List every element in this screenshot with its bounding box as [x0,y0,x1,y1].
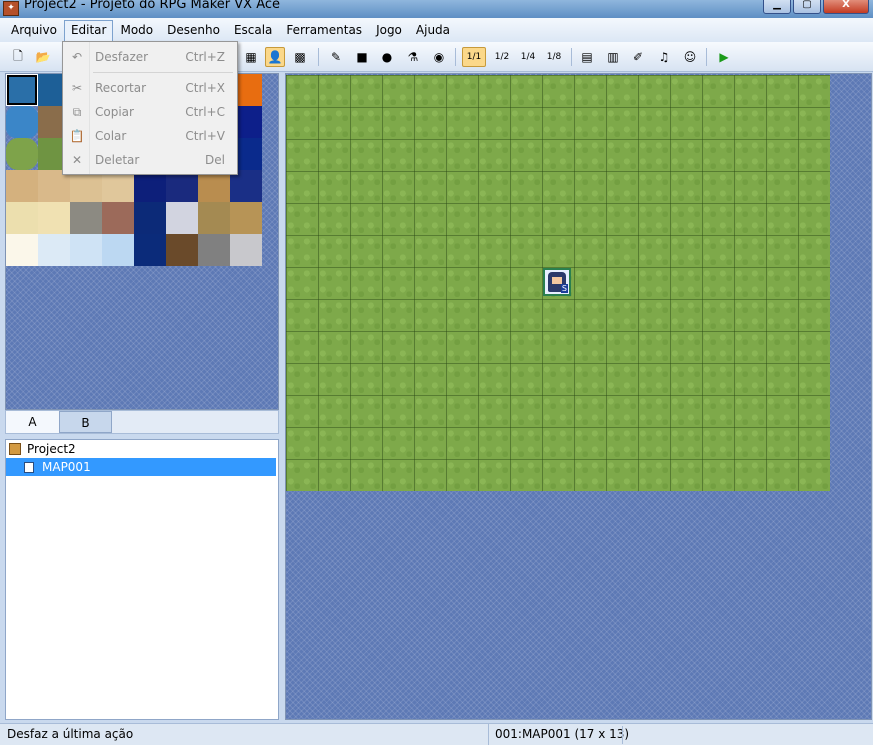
open-project-icon[interactable]: 📂 [33,47,53,67]
tile-red-gravel[interactable] [102,202,134,234]
tile-gravel[interactable] [70,202,102,234]
tile-ice[interactable] [102,234,134,266]
menu-ajuda[interactable]: Ajuda [409,20,457,40]
tileset-tabs: A B [5,410,279,434]
menu-item-copiar[interactable]: ⧉ Copiar Ctrl+C [65,101,235,123]
tile-pond[interactable] [6,106,38,138]
menu-item-colar[interactable]: 📋 Colar Ctrl+V [65,125,235,147]
toolbar-separator [706,48,707,66]
delete-icon: ✕ [71,153,83,167]
tile-ice[interactable] [38,234,70,266]
new-project-icon[interactable]: 🗋 [8,47,28,67]
map-layer-icon[interactable]: ▦ [241,47,261,67]
zoom-1-4-button[interactable]: 1/4 [516,47,540,67]
paste-icon: 📋 [69,129,85,143]
tab-a[interactable]: A [6,411,59,433]
menu-escala[interactable]: Escala [227,20,279,40]
map-tree: Project2 MAP001 [5,439,279,720]
toolbar-separator [318,48,319,66]
toolbar-separator [455,48,456,66]
resource-manager-icon[interactable]: ▥ [603,47,623,67]
shadow-pen-icon[interactable]: ◉ [429,47,449,67]
tile-tree[interactable] [134,202,166,234]
copy-icon: ⧉ [72,104,82,119]
tile-snow-tree[interactable] [134,234,166,266]
tile-ice[interactable] [70,234,102,266]
zoom-1-2-button[interactable]: 1/2 [490,47,514,67]
menu-editar[interactable]: Editar [63,19,114,41]
tile-light-sand[interactable] [38,202,70,234]
minimize-button[interactable]: ▁ [763,0,791,14]
tile-snow-dust[interactable] [166,202,198,234]
region-mode-icon[interactable]: ▩ [290,47,310,67]
tile-boulder[interactable] [198,234,230,266]
tile-water-selected[interactable] [6,74,38,106]
window-title: Project2 - Projeto do RPG Maker VX Ace [24,0,281,12]
tree-project-root[interactable]: Project2 [6,440,278,458]
tile-pit[interactable] [166,234,198,266]
toolbar-separator [571,48,572,66]
event-mode-icon[interactable]: 👤 [265,47,285,67]
close-button[interactable]: X [823,0,869,14]
tile-rock-pile[interactable] [230,202,262,234]
project-name: Project2 [27,442,76,456]
database-icon[interactable]: ▤ [577,47,597,67]
menu-item-recortar[interactable]: ✂ Recortar Ctrl+X [65,77,235,99]
window-controls: ▁ ▢ X [763,0,869,14]
play-test-icon[interactable]: ▶ [714,47,734,67]
zoom-1-1-button[interactable]: 1/1 [462,47,486,67]
character-generator-icon[interactable]: ☺ [680,47,700,67]
ellipse-icon[interactable]: ● [377,47,397,67]
menu-ferramentas[interactable]: Ferramentas [279,20,369,40]
maximize-button[interactable]: ▢ [793,0,821,14]
map-file-icon [24,461,34,473]
menu-separator [93,72,233,73]
menu-modo[interactable]: Modo [113,20,160,40]
tile-snow-mountain[interactable] [230,234,262,266]
script-editor-icon[interactable]: ✐ [628,47,648,67]
menu-arquivo[interactable]: Arquivo [4,20,64,40]
project-box-icon [9,443,21,455]
status-hint: Desfaz a última ação [7,727,134,741]
zoom-1-8-button[interactable]: 1/8 [542,47,566,67]
undo-icon: ↶ [71,50,83,64]
tile-light-sand[interactable] [6,202,38,234]
tile-snow[interactable] [6,234,38,266]
menu-desenho[interactable]: Desenho [160,20,227,40]
edit-menu-dropdown: ↶ Desfazer Ctrl+Z ✂ Recortar Ctrl+X ⧉ Co… [62,41,238,175]
map-editor-area[interactable]: S [285,73,872,720]
start-tag: S [560,284,568,293]
fill-icon[interactable]: ⚗ [403,47,423,67]
tile-bush[interactable] [6,138,38,170]
map-name: MAP001 [42,460,91,474]
scissors-icon: ✂ [71,81,83,95]
player-start-marker[interactable]: S [543,268,571,296]
rectangle-icon[interactable]: ■ [352,47,372,67]
tab-b[interactable]: B [59,411,112,433]
menu-bar: Arquivo Editar Modo Desenho Escala Ferra… [0,18,873,42]
pencil-icon[interactable]: ✎ [326,47,346,67]
sound-test-icon[interactable]: ♫ [654,47,674,67]
title-bar: ✦ Project2 - Projeto do RPG Maker VX Ace… [0,0,873,18]
status-separator [622,726,623,744]
tree-item-map001[interactable]: MAP001 [6,458,276,476]
status-map-info: 001:MAP001 (17 x 13) [488,724,635,745]
rpg-maker-icon: ✦ [3,1,19,16]
menu-item-deletar[interactable]: ✕ Deletar Del [65,149,235,171]
tile-spires[interactable] [198,202,230,234]
menu-jogo[interactable]: Jogo [369,20,409,40]
status-bar: Desfaz a última ação 001:MAP001 (17 x 13… [0,723,873,745]
menu-item-desfazer[interactable]: ↶ Desfazer Ctrl+Z [65,46,235,68]
tile-sand[interactable] [6,170,38,202]
